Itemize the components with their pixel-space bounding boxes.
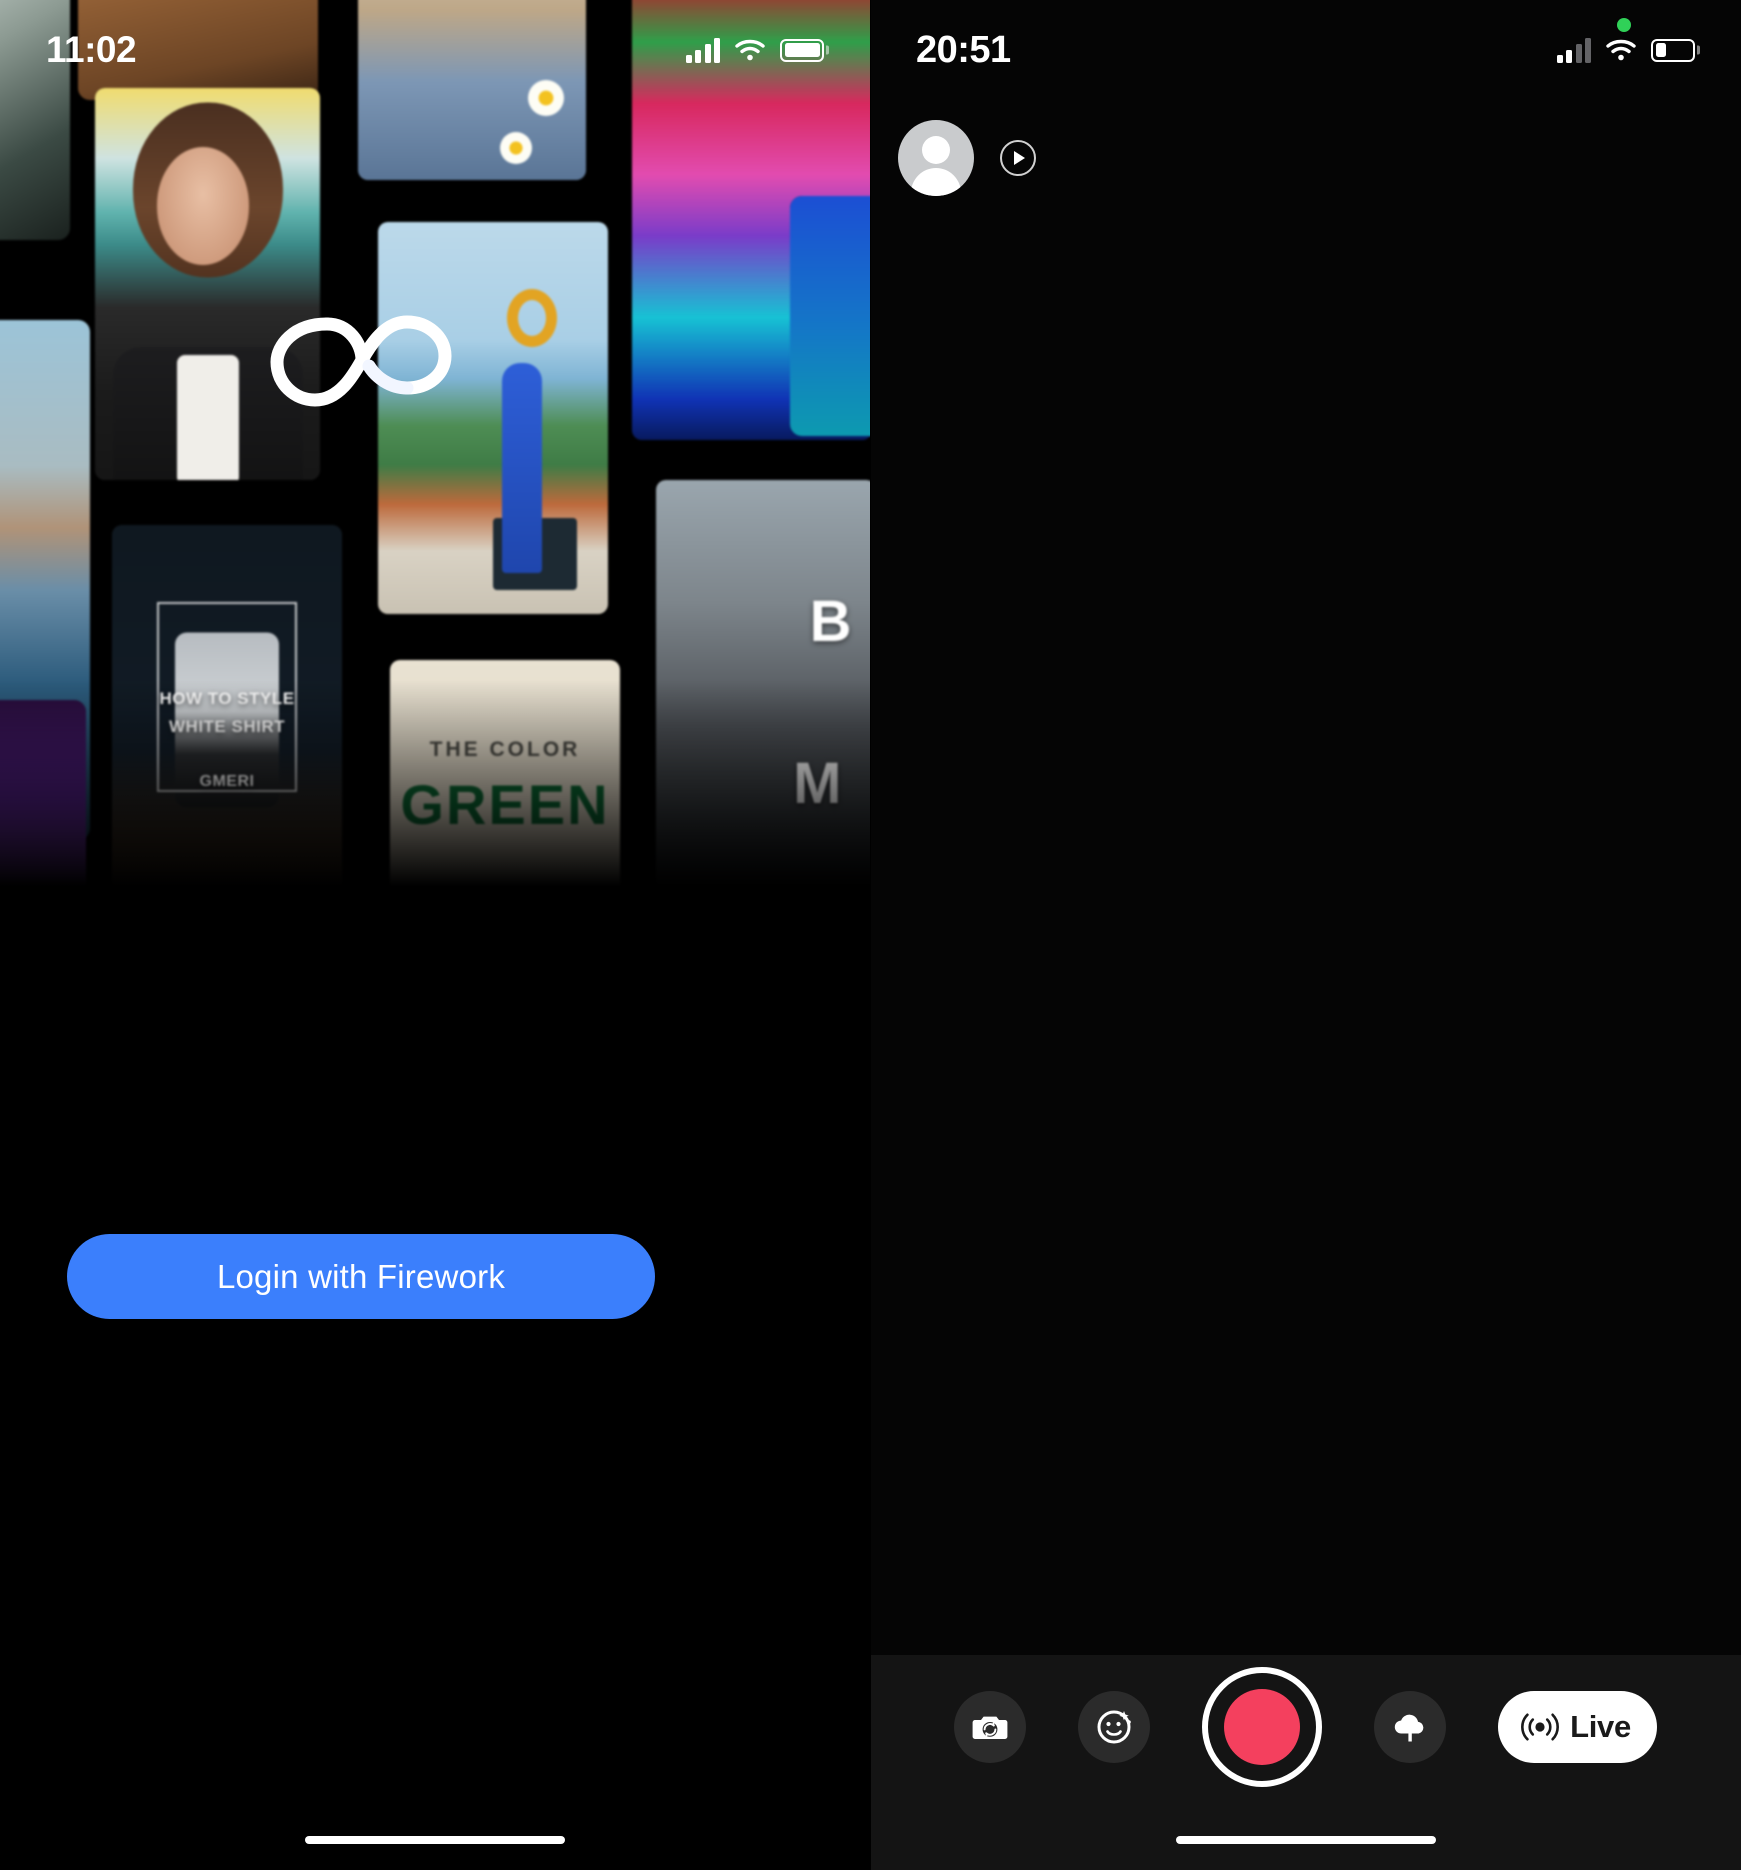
video-card-crowd[interactable]: B M bbox=[656, 480, 870, 890]
video-thumbnail bbox=[0, 0, 70, 240]
video-card-purple-water[interactable] bbox=[0, 700, 86, 920]
daisy-icon bbox=[528, 80, 564, 116]
upload-button[interactable] bbox=[1374, 1691, 1446, 1763]
panel-divider bbox=[870, 0, 871, 1870]
go-live-label: Live bbox=[1570, 1709, 1631, 1745]
record-button[interactable] bbox=[1202, 1667, 1322, 1787]
video-mosaic-background: ai bbox=[0, 0, 870, 920]
presenter-face bbox=[157, 147, 249, 265]
avatar-body bbox=[911, 168, 961, 196]
daisy-icon bbox=[500, 132, 532, 164]
status-bar-right: 20:51 bbox=[870, 0, 1741, 100]
wifi-icon bbox=[1605, 38, 1637, 62]
gold-ring bbox=[507, 289, 557, 347]
video-card-title-line2: WHITE SHIRT bbox=[112, 717, 342, 737]
video-thumbnail bbox=[78, 0, 318, 100]
play-story-button[interactable] bbox=[1000, 140, 1036, 176]
green-privacy-dot bbox=[1617, 18, 1631, 32]
presenter-shirt bbox=[177, 355, 239, 480]
firework-login-screen: ai bbox=[0, 0, 870, 1870]
status-bar-clock: 20:51 bbox=[916, 29, 1011, 72]
video-card-chair-daisies[interactable] bbox=[358, 0, 586, 180]
battery-low-icon bbox=[1651, 39, 1695, 62]
record-dot bbox=[1224, 1689, 1300, 1765]
cloud-upload-icon bbox=[1389, 1706, 1431, 1748]
video-card-blue-sliver[interactable] bbox=[790, 196, 870, 436]
video-card-letter-m: M bbox=[793, 750, 842, 817]
blue-figure bbox=[502, 363, 542, 573]
video-card-white-shirt[interactable]: HOW TO STYLE WHITE SHIRT GMERI bbox=[112, 525, 342, 915]
snapchat-camera-screen: Live 20:51 bbox=[870, 0, 1741, 1870]
video-card-the-color-green[interactable]: THE COLOR GREEN bbox=[390, 660, 620, 920]
login-with-firework-button[interactable]: Login with Firework bbox=[67, 1234, 655, 1319]
broadcast-icon bbox=[1520, 1709, 1560, 1745]
screenshot-root: ai bbox=[0, 0, 1741, 1870]
lens-smiley-icon bbox=[1093, 1706, 1135, 1748]
avatar-head bbox=[922, 136, 950, 164]
home-indicator-left[interactable] bbox=[305, 1836, 565, 1844]
video-card-brand: GMERI bbox=[112, 773, 342, 791]
video-card-letter-b: B bbox=[810, 588, 852, 655]
video-thumbnail bbox=[0, 700, 86, 920]
home-indicator-right[interactable] bbox=[1176, 1836, 1436, 1844]
go-live-button[interactable]: Live bbox=[1498, 1691, 1657, 1763]
video-thumbnail bbox=[790, 196, 870, 436]
video-card-presenter[interactable] bbox=[95, 88, 320, 480]
play-triangle-icon bbox=[1014, 151, 1025, 165]
firework-infinity-logo bbox=[265, 300, 460, 420]
video-card-title-line2: GREEN bbox=[390, 772, 620, 837]
video-thumbnail bbox=[656, 480, 870, 890]
camera-flip-icon bbox=[970, 1707, 1010, 1747]
video-card-deck[interactable] bbox=[78, 0, 318, 100]
video-card-title-line1: THE COLOR bbox=[390, 738, 620, 762]
video-card-title-line1: HOW TO STYLE bbox=[112, 689, 342, 709]
green-swatch bbox=[496, 894, 606, 920]
camera-flip-button[interactable] bbox=[954, 1691, 1026, 1763]
cellular-signal-icon bbox=[1557, 37, 1592, 63]
video-card-interior[interactable] bbox=[0, 0, 70, 240]
avatar[interactable] bbox=[898, 120, 974, 196]
status-bar-indicators bbox=[1557, 37, 1696, 63]
lens-effects-button[interactable] bbox=[1078, 1691, 1150, 1763]
camera-header bbox=[898, 120, 1036, 196]
